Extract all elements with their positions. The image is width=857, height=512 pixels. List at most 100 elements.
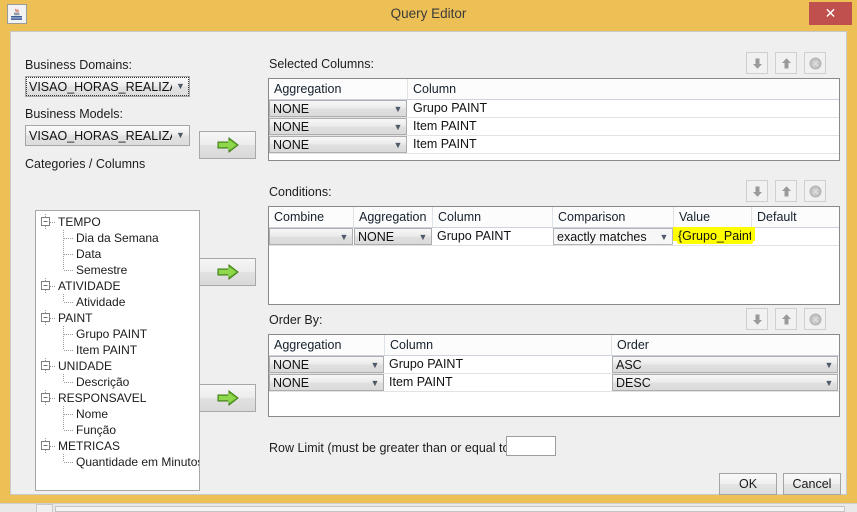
order-by-order-select-0[interactable]: ASC ▼ xyxy=(612,356,838,373)
row-limit-label: Row Limit (must be greater than or equal… xyxy=(269,441,528,455)
tree-collapse-icon[interactable]: − xyxy=(41,361,50,370)
cell-value: NONE xyxy=(358,229,395,244)
column-header-aggregation: Aggregation xyxy=(269,79,408,99)
table-row[interactable]: NONE ▼ Grupo PAINT ASC ▼ xyxy=(269,356,839,374)
tree-column-node[interactable]: Atividade xyxy=(36,294,199,310)
table-row[interactable]: NONE ▼ Item PAINT xyxy=(269,136,839,154)
tree-line xyxy=(63,294,64,302)
arrow-up-icon xyxy=(781,57,791,68)
add-to-order-by-button[interactable] xyxy=(199,384,256,412)
chevron-down-icon: ▼ xyxy=(339,231,349,242)
selected-column-aggregation-select-2[interactable]: NONE ▼ xyxy=(269,136,407,153)
tree-column-node[interactable]: Item PAINT xyxy=(36,342,199,358)
scrollbar-left-button[interactable] xyxy=(36,504,53,512)
column-header-value: Value xyxy=(674,207,752,227)
tree-column-node[interactable]: Quantidade em Minutos xyxy=(36,454,199,470)
remove-circle-icon xyxy=(809,313,821,325)
tree-collapse-icon[interactable]: − xyxy=(41,217,50,226)
order-by-move-down-button[interactable] xyxy=(746,308,768,330)
tree-collapse-icon[interactable]: − xyxy=(41,313,50,322)
business-models-value: VISAO_HORAS_REALIZAD... xyxy=(29,128,172,143)
horizontal-scrollbar[interactable] xyxy=(55,506,845,512)
screen: Query Editor ✕ Business Domains: VISAO_H… xyxy=(0,0,857,512)
row-limit-input[interactable] xyxy=(506,436,556,456)
tree-node-label: Quantidade em Minutos xyxy=(76,455,200,469)
selected-columns-move-up-button[interactable] xyxy=(775,52,797,74)
arrow-down-icon xyxy=(752,314,762,325)
business-domains-select[interactable]: VISAO_HORAS_REALIZAD... ▼ xyxy=(25,76,190,97)
column-header-comparison: Comparison xyxy=(553,207,674,227)
table-row[interactable]: NONE ▼ Item PAINT DESC ▼ xyxy=(269,374,839,392)
column-header-aggregation: Aggregation xyxy=(354,207,433,227)
selected-column-aggregation-select-0[interactable]: NONE ▼ xyxy=(269,100,407,117)
order-by-move-up-button[interactable] xyxy=(775,308,797,330)
tree-node-label: METRICAS xyxy=(58,439,121,453)
tree-category-node[interactable]: − PAINT xyxy=(36,310,199,326)
dialog-content: Business Domains: VISAO_HORAS_REALIZAD..… xyxy=(10,31,847,495)
tree-column-node[interactable]: Semestre xyxy=(36,262,199,278)
conditions-table[interactable]: Combine Aggregation Column Comparison Va… xyxy=(268,206,840,305)
table-row[interactable]: NONE ▼ Item PAINT xyxy=(269,118,839,136)
order-by-table[interactable]: Aggregation Column Order NONE ▼ Grupo PA… xyxy=(268,334,840,417)
condition-combine-select-0[interactable]: ▼ xyxy=(269,228,353,245)
tree-category-node[interactable]: − METRICAS xyxy=(36,438,199,454)
cell-value: DESC xyxy=(616,375,651,390)
cell-value: NONE xyxy=(273,119,310,134)
tree-collapse-icon[interactable]: − xyxy=(41,281,50,290)
selected-columns-table[interactable]: Aggregation Column NONE ▼ Grupo PAINT NO… xyxy=(268,78,840,161)
conditions-remove-button[interactable] xyxy=(804,180,826,202)
condition-comparison-select-0[interactable]: exactly matches ▼ xyxy=(553,228,673,245)
tree-node-label: ATIVIDADE xyxy=(58,279,121,293)
tree-column-node[interactable]: Grupo PAINT xyxy=(36,326,199,342)
tree-category-node[interactable]: − RESPONSAVEL xyxy=(36,390,199,406)
tree-column-node[interactable]: Data xyxy=(36,246,199,262)
order-by-remove-button[interactable] xyxy=(804,308,826,330)
selected-columns-title: Selected Columns: xyxy=(269,57,374,71)
condition-aggregation-select-0[interactable]: NONE ▼ xyxy=(354,228,432,245)
business-domains-value: VISAO_HORAS_REALIZAD... xyxy=(29,79,172,94)
tree-line xyxy=(64,302,74,303)
condition-column-0: Grupo PAINT xyxy=(437,229,512,243)
tree-category-node[interactable]: − ATIVIDADE xyxy=(36,278,199,294)
order-by-order-select-1[interactable]: DESC ▼ xyxy=(612,374,838,391)
arrow-up-icon xyxy=(781,313,791,324)
tree-column-node[interactable]: Função xyxy=(36,422,199,438)
tree-node-label: Semestre xyxy=(76,263,128,277)
tree-category-node[interactable]: − TEMPO xyxy=(36,214,199,230)
tree-collapse-icon[interactable]: − xyxy=(41,441,50,450)
cell-value: exactly matches xyxy=(557,229,647,244)
chevron-down-icon: ▼ xyxy=(176,130,185,140)
condition-value-0[interactable]: {Grupo_Paint} xyxy=(674,228,751,245)
conditions-move-up-button[interactable] xyxy=(775,180,797,202)
tree-node-label: TEMPO xyxy=(58,215,101,229)
tree-node-label: Item PAINT xyxy=(76,343,138,357)
tree-collapse-icon[interactable]: − xyxy=(41,393,50,402)
categories-columns-tree[interactable]: − TEMPO Dia da Semana Data Semestre − ATIVIDAD… xyxy=(35,210,200,491)
business-models-label: Business Models: xyxy=(25,107,123,121)
selected-columns-remove-button[interactable] xyxy=(804,52,826,74)
table-row[interactable]: NONE ▼ Grupo PAINT xyxy=(269,100,839,118)
tree-column-node[interactable]: Nome xyxy=(36,406,199,422)
business-models-select[interactable]: VISAO_HORAS_REALIZAD... ▼ xyxy=(25,125,190,146)
tree-column-node[interactable]: Descrição xyxy=(36,374,199,390)
tree-column-node[interactable]: Dia da Semana xyxy=(36,230,199,246)
tree-category-node[interactable]: − UNIDADE xyxy=(36,358,199,374)
order-by-aggregation-select-0[interactable]: NONE ▼ xyxy=(269,356,384,373)
tree-node-label: Função xyxy=(76,423,117,437)
tree-node-label: Descrição xyxy=(76,375,130,389)
selected-column-aggregation-select-1[interactable]: NONE ▼ xyxy=(269,118,407,135)
selected-column-name-0: Grupo PAINT xyxy=(413,101,488,115)
cell-value: ASC xyxy=(616,357,642,372)
tree-node-label: Atividade xyxy=(76,295,126,309)
ok-button[interactable]: OK xyxy=(719,473,777,495)
conditions-move-down-button[interactable] xyxy=(746,180,768,202)
add-to-conditions-button[interactable] xyxy=(199,258,256,286)
tree-line xyxy=(64,462,74,463)
add-to-selected-columns-button[interactable] xyxy=(199,131,256,159)
tree-line xyxy=(64,270,74,271)
tree-node-label: Dia da Semana xyxy=(76,231,159,245)
cancel-button[interactable]: Cancel xyxy=(783,473,841,495)
close-button[interactable]: ✕ xyxy=(809,2,852,25)
order-by-aggregation-select-1[interactable]: NONE ▼ xyxy=(269,374,384,391)
selected-columns-move-down-button[interactable] xyxy=(746,52,768,74)
